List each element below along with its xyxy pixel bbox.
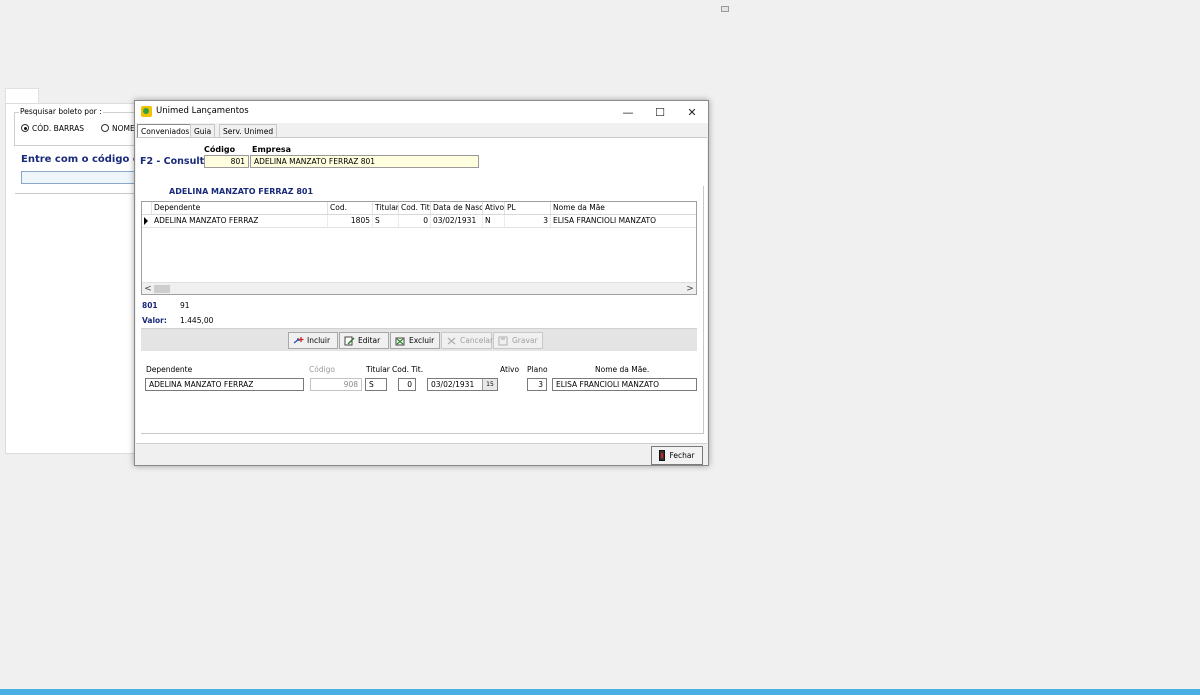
form-plano-label: Plano <box>527 365 548 374</box>
calendar-icon[interactable]: 15 <box>482 379 497 390</box>
codigo-input[interactable]: 801 <box>204 155 249 168</box>
dependente-field[interactable]: ADELINA MANZATO FERRAZ <box>145 378 304 391</box>
close-button[interactable]: ✕ <box>676 101 708 123</box>
scroll-thumb[interactable] <box>154 285 170 293</box>
nome-mae-field[interactable]: ELISA FRANCIOLI MANZATO <box>552 378 697 391</box>
unimed-app-icon <box>141 106 152 117</box>
grid-header-indicator <box>142 202 152 214</box>
fechar-label: Fechar <box>669 451 695 460</box>
tab-strip: Conveniados Guia Serv. Unimed <box>135 124 708 138</box>
panel-right-edge <box>703 186 704 434</box>
cell-dependente[interactable]: ADELINA MANZATO FERRAZ <box>152 215 328 227</box>
col-pl[interactable]: PL <box>505 202 551 214</box>
col-nome-mae[interactable]: Nome da Mãe <box>551 202 696 214</box>
info-code: 801 <box>142 301 158 310</box>
table-row[interactable]: ADELINA MANZATO FERRAZ 1805 S 0 03/02/19… <box>142 215 696 228</box>
minimize-button[interactable]: — <box>612 101 644 123</box>
incluir-label: Incluir <box>307 336 331 345</box>
form-bottom-separator <box>141 433 703 434</box>
cell-pl[interactable]: 3 <box>505 215 551 227</box>
cell-data-nasc[interactable]: 03/02/1931 <box>431 215 483 227</box>
maximize-button[interactable]: ☐ <box>644 101 676 123</box>
scroll-right-arrow[interactable]: > <box>684 283 696 294</box>
form-nome-mae-label: Nome da Mãe. <box>595 365 650 374</box>
footer-separator <box>136 443 707 444</box>
cod-tit-field[interactable]: 0 <box>398 378 416 391</box>
conveniados-page: Código Empresa F2 - Consulta 801 ADELINA… <box>136 137 707 444</box>
gravar-label: Gravar <box>512 336 538 345</box>
holder-title: ADELINA MANZATO FERRAZ 801 <box>169 187 314 196</box>
barcode-radio[interactable] <box>21 124 29 132</box>
fechar-button[interactable]: Fechar <box>651 446 703 465</box>
form-cod-tit-label: Cod. Tit. <box>392 365 424 374</box>
empresa-input[interactable]: ADELINA MANZATO FERRAZ 801 <box>250 155 479 168</box>
col-dependente[interactable]: Dependente <box>152 202 328 214</box>
tab-guia[interactable]: Guia <box>190 124 216 137</box>
name-radio-label[interactable]: NOME <box>112 124 134 133</box>
incluir-button[interactable]: Incluir <box>288 332 338 349</box>
unimed-window: Unimed Lançamentos — ☐ ✕ Conveniados Gui… <box>134 100 709 466</box>
plano-field[interactable]: 3 <box>527 378 547 391</box>
titular-field[interactable]: S <box>365 378 387 391</box>
window-title: Unimed Lançamentos <box>156 106 249 116</box>
tab-conveniados[interactable]: Conveniados <box>137 124 194 138</box>
codigo-label: Código <box>204 145 236 154</box>
editar-button[interactable]: Editar <box>339 332 389 349</box>
valor-value: 1.445,00 <box>180 316 214 325</box>
cancel-icon <box>446 336 457 346</box>
form-codigo-label: Código <box>309 365 336 374</box>
form-titular-label: Titular <box>366 365 390 374</box>
col-titular[interactable]: Titular <box>373 202 399 214</box>
tray-icon <box>721 6 729 12</box>
tab-serv-unimed[interactable]: Serv. Unimed <box>219 124 278 137</box>
col-data-nasc[interactable]: Data de Nasc. <box>431 202 483 214</box>
f2-consulta-label: F2 - Consulta <box>140 156 211 167</box>
delete-icon <box>395 336 406 346</box>
excluir-label: Excluir <box>409 336 435 345</box>
edit-icon <box>344 336 355 346</box>
exit-door-icon <box>659 450 666 461</box>
crud-toolbar: Incluir Editar Excluir Cancelar Gravar <box>141 328 697 351</box>
col-ativo[interactable]: Ativo <box>483 202 505 214</box>
grid-header: Dependente Cod. Titular Cod. Tit. Data d… <box>142 202 696 215</box>
add-icon <box>293 336 304 346</box>
excluir-button[interactable]: Excluir <box>390 332 440 349</box>
cell-ativo[interactable]: N <box>483 215 505 227</box>
empresa-label: Empresa <box>252 145 292 154</box>
barcode-title: Entre com o código de barras <box>21 154 137 165</box>
taskbar-edge <box>0 689 1200 695</box>
data-nasc-value: 03/02/1931 <box>431 380 475 389</box>
save-icon <box>498 336 509 346</box>
codigo-field: 908 <box>310 378 362 391</box>
data-nasc-field[interactable]: 03/02/1931 15 <box>427 378 498 391</box>
barcode-radio-label[interactable]: CÓD. BARRAS <box>32 124 84 133</box>
cancelar-button[interactable]: Cancelar <box>441 332 494 349</box>
search-by-title: Pesquisar boleto por : <box>19 107 103 116</box>
dependents-grid[interactable]: Dependente Cod. Titular Cod. Tit. Data d… <box>141 201 697 295</box>
gravar-button[interactable]: Gravar <box>493 332 543 349</box>
cell-cod-tit[interactable]: 0 <box>399 215 431 227</box>
title-bar[interactable]: Unimed Lançamentos — ☐ ✕ <box>135 101 708 123</box>
valor-label: Valor: <box>142 316 167 325</box>
cell-cod[interactable]: 1805 <box>328 215 373 227</box>
grid-hscrollbar[interactable]: < > <box>142 282 696 294</box>
editar-label: Editar <box>358 336 381 345</box>
col-cod-tit[interactable]: Cod. Tit. <box>399 202 431 214</box>
form-dependente-label: Dependente <box>146 365 193 374</box>
row-pointer-icon <box>144 217 148 225</box>
barcode-input[interactable] <box>21 171 137 184</box>
form-ativo-label: Ativo <box>500 365 520 374</box>
scroll-left-arrow[interactable]: < <box>142 283 154 294</box>
col-cod[interactable]: Cod. <box>328 202 373 214</box>
cell-titular[interactable]: S <box>373 215 399 227</box>
name-radio[interactable] <box>101 124 109 132</box>
info-count: 91 <box>180 301 190 310</box>
cancelar-label: Cancelar <box>460 336 494 345</box>
background-separator <box>15 193 137 194</box>
cell-nome-mae[interactable]: ELISA FRANCIOLI MANZATO <box>551 215 696 227</box>
